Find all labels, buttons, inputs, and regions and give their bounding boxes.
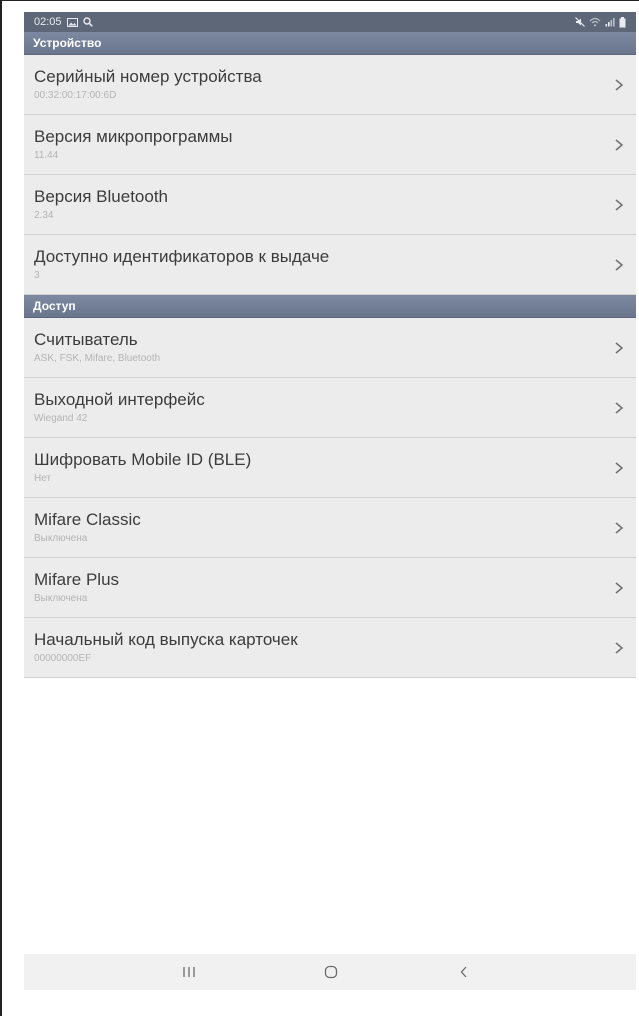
list-item-title: Считыватель — [34, 330, 138, 349]
recent-apps-button[interactable] — [159, 954, 219, 990]
app-screen: 02:05 Устройство Серийный номер устройст… — [24, 12, 636, 992]
chevron-right-icon — [615, 199, 624, 211]
list-item-title: Версия Bluetooth — [34, 187, 169, 206]
list-item-subtitle: 3 — [34, 270, 40, 281]
list-item-firmware-version[interactable]: Версия микропрограммы 11.44 — [24, 115, 636, 175]
chevron-right-icon — [615, 522, 624, 534]
section-header-device: Устройство — [24, 32, 636, 55]
list-item-title: Шифровать Mobile ID (BLE) — [34, 450, 252, 469]
list-item-mifare-classic[interactable]: Mifare Classic Выключена — [24, 498, 636, 558]
chevron-right-icon — [615, 139, 624, 151]
home-icon — [324, 965, 338, 979]
list-item-reader[interactable]: Считыватель ASK, FSK, Mifare, Bluetooth — [24, 318, 636, 378]
search-icon — [82, 17, 93, 27]
home-button[interactable] — [301, 954, 361, 990]
list-item-title: Версия микропрограммы — [34, 127, 233, 146]
list-item-output-interface[interactable]: Выходной интерфейс Wiegand 42 — [24, 378, 636, 438]
chevron-right-icon — [615, 79, 624, 91]
chevron-right-icon — [615, 259, 624, 271]
list-item-subtitle: Выключена — [34, 533, 88, 544]
list-item-available-ids[interactable]: Доступно идентификаторов к выдаче 3 — [24, 235, 636, 295]
chevron-right-icon — [615, 402, 624, 414]
list-item-subtitle: 11.44 — [34, 150, 59, 161]
list-item-subtitle: 00:32:00:17:00:6D — [34, 90, 117, 101]
status-time: 02:05 — [34, 16, 62, 28]
list-item-subtitle: Нет — [34, 473, 52, 484]
list-item-title: Выходной интерфейс — [34, 390, 205, 409]
battery-icon — [619, 16, 626, 28]
list-item-title: Mifare Plus — [34, 570, 120, 589]
list-item-mifare-plus[interactable]: Mifare Plus Выключена — [24, 558, 636, 618]
chevron-right-icon — [615, 582, 624, 594]
chevron-right-icon — [615, 462, 624, 474]
wifi-icon — [589, 17, 601, 27]
image-icon — [66, 17, 78, 27]
status-bar: 02:05 — [24, 12, 636, 32]
section-header-access: Доступ — [24, 295, 636, 318]
list-item-subtitle: 2.34 — [34, 210, 54, 221]
list-item-title: Доступно идентификаторов к выдаче — [34, 247, 330, 266]
back-button[interactable] — [434, 954, 494, 990]
chevron-right-icon — [615, 642, 624, 654]
chevron-right-icon — [615, 342, 624, 354]
recent-apps-icon — [183, 967, 195, 977]
list-item-encrypt-mobile-id[interactable]: Шифровать Mobile ID (BLE) Нет — [24, 438, 636, 498]
list-item-card-start-code[interactable]: Начальный код выпуска карточек 00000000E… — [24, 618, 636, 678]
list-item-title: Начальный код выпуска карточек — [34, 630, 298, 649]
back-icon — [460, 966, 467, 978]
list-item-title: Серийный номер устройства — [34, 67, 262, 86]
list-item-title: Mifare Classic — [34, 510, 141, 529]
list-item-subtitle: Выключена — [34, 593, 88, 604]
list-item-subtitle: Wiegand 42 — [34, 413, 88, 424]
signal-icon — [605, 17, 615, 27]
mute-icon — [575, 17, 585, 27]
list-item-bluetooth-version[interactable]: Версия Bluetooth 2.34 — [24, 175, 636, 235]
navigation-bar — [24, 954, 636, 990]
list-item-subtitle: 00000000EF — [34, 653, 92, 664]
list-item-subtitle: ASK, FSK, Mifare, Bluetooth — [34, 353, 161, 364]
list-item-serial-number[interactable]: Серийный номер устройства 00:32:00:17:00… — [24, 55, 636, 115]
